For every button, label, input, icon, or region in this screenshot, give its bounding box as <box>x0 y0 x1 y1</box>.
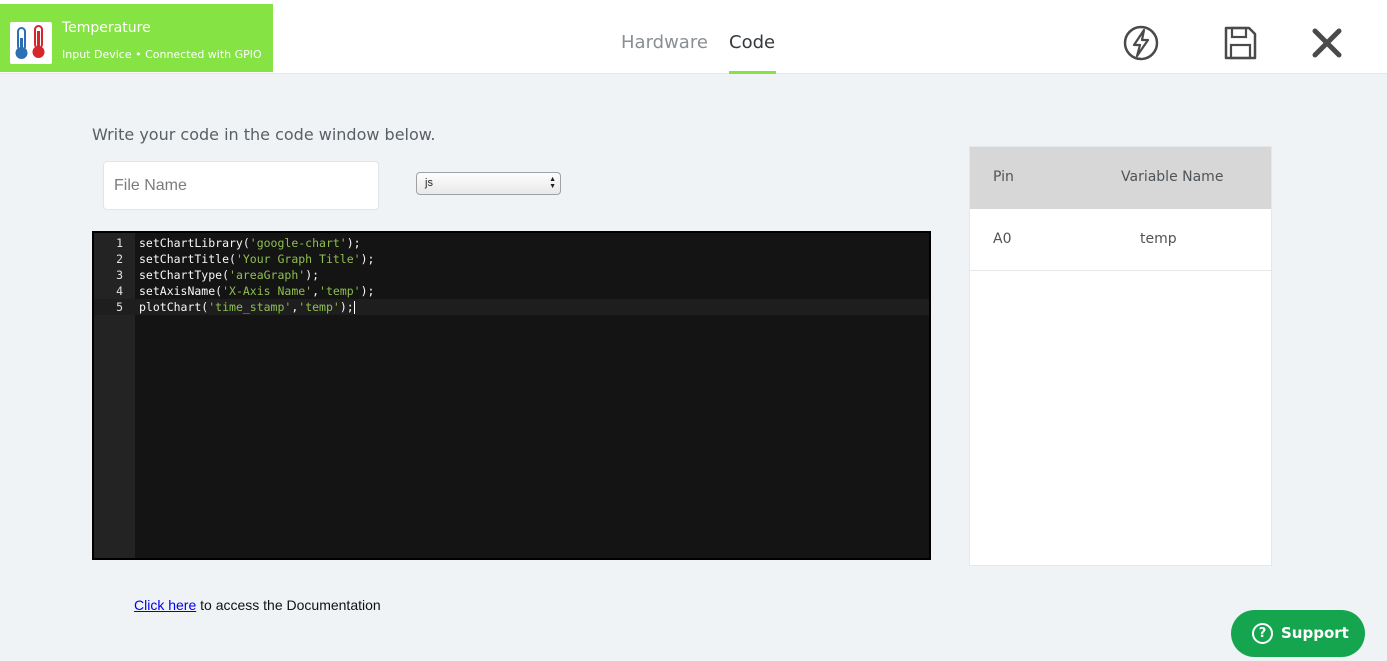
code-text: setChartTitle('Your Graph Title'); <box>139 251 374 267</box>
line-number: 5 <box>116 300 123 314</box>
code-token: setChartTitle( <box>139 252 236 266</box>
active-tab-indicator <box>729 71 776 74</box>
device-title: Temperature <box>62 20 151 36</box>
code-token: setChartLibrary( <box>139 236 250 250</box>
code-string-token: 'temp' <box>319 284 361 298</box>
select-arrows-icon: ▲ ▼ <box>549 176 556 190</box>
line-number: 1 <box>116 236 123 250</box>
code-line[interactable]: 4 setAxisName('X-Axis Name','temp'); <box>94 283 929 299</box>
code-line[interactable]: 5 plotChart('time_stamp','temp'); <box>94 299 929 315</box>
support-button[interactable]: ? Support <box>1231 610 1365 657</box>
code-text: plotChart('time_stamp','temp'); <box>139 299 355 315</box>
code-token: setAxisName( <box>139 284 223 298</box>
documentation-text: to access the Documentation <box>196 597 381 613</box>
code-string-token: 'google-chart' <box>249 236 347 250</box>
code-token: ); <box>346 236 361 250</box>
language-select[interactable]: js ▲ ▼ <box>416 172 561 195</box>
code-token: ); <box>360 252 375 266</box>
flash-icon[interactable] <box>1122 24 1160 62</box>
question-icon: ? <box>1252 623 1273 644</box>
code-line[interactable]: 3 setChartType('areaGraph'); <box>94 267 929 283</box>
code-string-token: 'X-Axis Name' <box>222 284 313 298</box>
code-text: setChartType('areaGraph'); <box>139 267 319 283</box>
device-card: Temperature Input Device • Connected wit… <box>0 4 273 72</box>
pin-cell: A0 <box>993 231 1012 247</box>
pin-table-header: Pin Variable Name <box>970 147 1271 209</box>
pin-column-header: Pin <box>993 169 1014 185</box>
code-text: setChartLibrary('google-chart'); <box>139 235 361 251</box>
line-number: 2 <box>116 252 123 266</box>
thermometer-icon <box>10 22 52 64</box>
language-select-value: js <box>425 177 433 189</box>
code-string-token: 'areaGraph' <box>229 268 306 282</box>
documentation-line: Click here to access the Documentation <box>134 597 381 613</box>
code-token: plotChart( <box>139 300 209 314</box>
support-label: Support <box>1281 624 1349 642</box>
code-token: ); <box>360 284 375 298</box>
code-line[interactable]: 1 setChartLibrary('google-chart'); <box>94 235 929 251</box>
line-number: 3 <box>116 268 123 282</box>
code-text: setAxisName('X-Axis Name','temp'); <box>139 283 374 299</box>
file-name-input[interactable] <box>103 161 379 210</box>
code-string-token: 'temp' <box>298 300 340 314</box>
variable-cell: temp <box>1140 231 1177 247</box>
line-number: 4 <box>116 284 123 298</box>
table-row: A0 temp <box>970 209 1271 271</box>
documentation-link[interactable]: Click here <box>134 597 196 613</box>
device-subtitle: Input Device • Connected with GPIO <box>62 48 262 61</box>
instructions-text: Write your code in the code window below… <box>92 125 436 144</box>
code-token: , <box>312 284 320 298</box>
tab-code[interactable]: Code <box>729 32 775 53</box>
code-string-token: 'Your Graph Title' <box>235 252 361 266</box>
code-editor[interactable]: 1 setChartLibrary('google-chart'); 2 setCha… <box>92 231 931 560</box>
code-string-token: 'time_stamp' <box>208 300 292 314</box>
tab-hardware[interactable]: Hardware <box>621 32 708 53</box>
pin-mapping-panel: Pin Variable Name A0 temp <box>969 146 1272 566</box>
text-cursor <box>353 301 355 314</box>
close-icon[interactable] <box>1308 24 1346 62</box>
variable-column-header: Variable Name <box>1121 169 1224 185</box>
code-token: setChartType( <box>139 268 230 282</box>
code-token: ); <box>339 300 354 314</box>
save-icon[interactable] <box>1221 24 1259 62</box>
top-bar: Temperature Input Device • Connected wit… <box>0 0 1387 74</box>
code-token: ); <box>305 268 320 282</box>
code-line[interactable]: 2 setChartTitle('Your Graph Title'); <box>94 251 929 267</box>
